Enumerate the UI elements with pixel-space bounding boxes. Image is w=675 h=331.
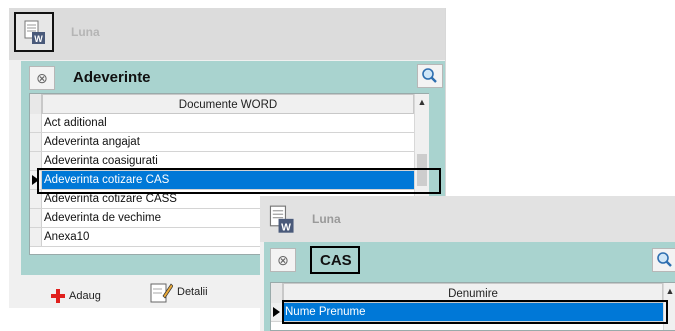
close-icon: ⊗ bbox=[277, 252, 289, 268]
add-button[interactable]: Adaug bbox=[51, 284, 101, 308]
grid-header-gutter bbox=[30, 94, 42, 114]
title-bar: W Luna bbox=[9, 8, 445, 60]
details-button-label: Detalii bbox=[177, 286, 208, 298]
scroll-up-icon[interactable]: ▲ bbox=[664, 283, 675, 299]
row-label: Anexa10 bbox=[44, 231, 90, 243]
popup-panel-title: CAS bbox=[320, 252, 352, 269]
table-row[interactable]: Adeverinta coasigurati bbox=[30, 152, 414, 171]
grid-header: Documente WORD bbox=[30, 94, 414, 114]
column-header-documente-word[interactable]: Documente WORD bbox=[42, 94, 414, 114]
row-gutter bbox=[30, 190, 42, 208]
scroll-thumb[interactable] bbox=[417, 154, 427, 186]
row-gutter bbox=[30, 209, 42, 227]
table-row[interactable]: Adeverinta angajat bbox=[30, 133, 414, 152]
row-gutter bbox=[30, 133, 42, 151]
cas-grid: Denumire Nume Prenume ▲ bbox=[270, 282, 675, 331]
word-document-icon: W bbox=[269, 205, 294, 233]
word-document-button[interactable]: W bbox=[14, 12, 54, 52]
svg-text:W: W bbox=[281, 222, 291, 233]
details-button[interactable]: Detalii bbox=[149, 280, 208, 304]
column-header-denumire[interactable]: Denumire bbox=[283, 283, 663, 303]
cas-panel: ⊗ CAS Denumire Nume Prenume ▲ bbox=[264, 242, 675, 331]
popup-search-button[interactable] bbox=[652, 248, 675, 272]
row-label: Adeverinta de vechime bbox=[44, 212, 161, 224]
popup-close-button[interactable]: ⊗ bbox=[270, 248, 296, 272]
add-button-label: Adaug bbox=[69, 290, 101, 302]
popup-grid-header: Denumire bbox=[271, 283, 663, 303]
row-pointer-icon bbox=[273, 307, 280, 317]
row-label: Nume Prenume bbox=[285, 306, 366, 318]
table-row[interactable]: Act aditional bbox=[30, 114, 414, 133]
row-label: Adeverinta angajat bbox=[44, 136, 140, 148]
grid-header-gutter bbox=[271, 283, 283, 303]
details-pencil-icon bbox=[150, 283, 173, 303]
panel-title: Adeverinte bbox=[73, 69, 151, 86]
row-label: Adeverinta cotizare CASS bbox=[44, 193, 177, 205]
row-gutter bbox=[271, 303, 283, 321]
window-title: Luna bbox=[71, 25, 100, 39]
svg-text:W: W bbox=[34, 34, 43, 44]
row-gutter bbox=[30, 228, 42, 246]
search-button[interactable] bbox=[417, 64, 443, 88]
word-document-icon: W bbox=[24, 20, 45, 44]
popup-title-bar: W Luna bbox=[260, 196, 675, 242]
row-gutter bbox=[30, 152, 42, 170]
row-label: Act aditional bbox=[44, 117, 107, 129]
table-row-selected[interactable]: Adeverinta cotizare CAS bbox=[30, 171, 414, 190]
row-gutter bbox=[30, 114, 42, 132]
search-icon bbox=[422, 68, 437, 83]
close-button[interactable]: ⊗ bbox=[29, 66, 55, 90]
row-label: Adeverinta cotizare CAS bbox=[44, 174, 170, 186]
popup-window: W Luna ⊗ CAS Denumire Nume Prenume ▲ bbox=[260, 196, 675, 331]
popup-vertical-scrollbar[interactable]: ▲ bbox=[663, 283, 675, 330]
popup-window-title: Luna bbox=[312, 212, 341, 226]
scroll-up-icon[interactable]: ▲ bbox=[415, 94, 429, 110]
row-pointer-icon bbox=[32, 175, 39, 185]
table-row-selected[interactable]: Nume Prenume bbox=[271, 303, 663, 322]
row-label: Adeverinta coasigurati bbox=[44, 155, 158, 167]
search-icon bbox=[657, 252, 672, 267]
plus-icon bbox=[51, 289, 65, 303]
close-icon: ⊗ bbox=[36, 70, 48, 86]
row-gutter bbox=[30, 171, 42, 189]
